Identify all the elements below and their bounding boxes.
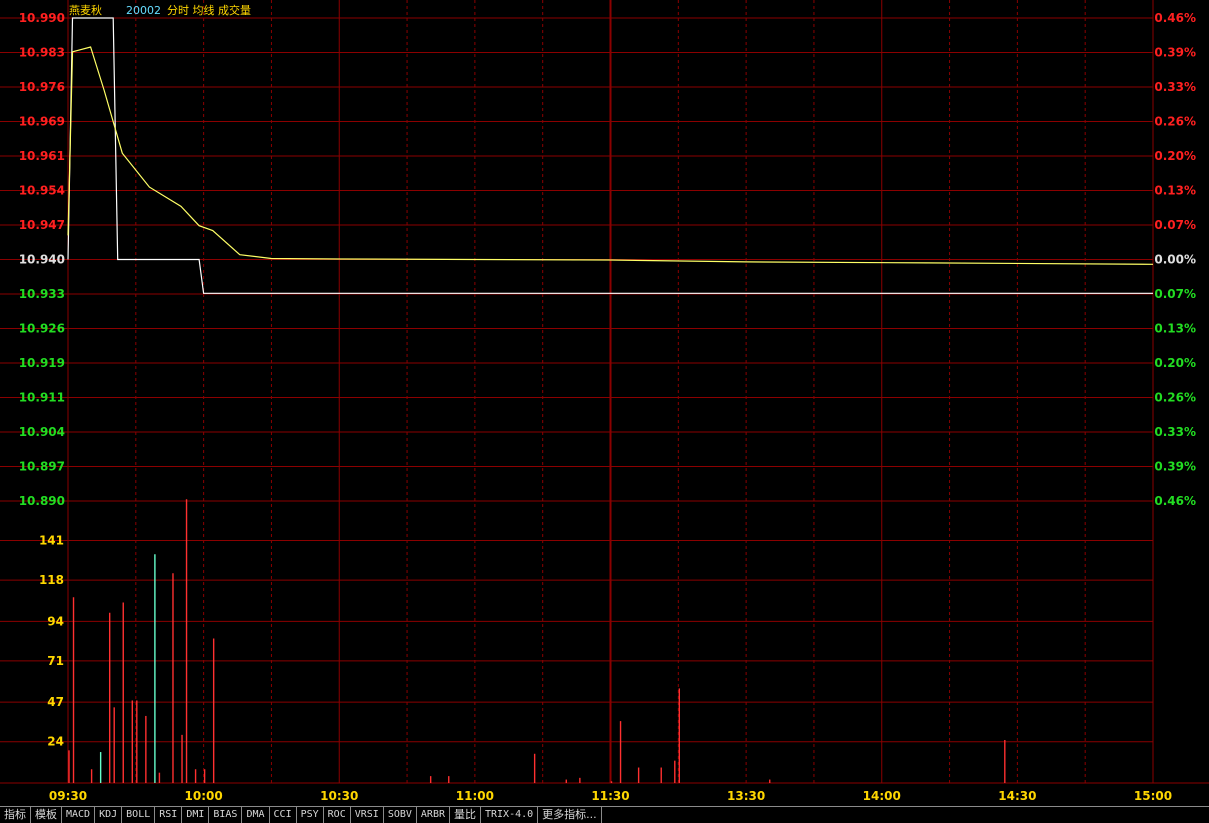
price-tick-label: 10.976 <box>19 80 65 94</box>
percent-tick-label: 0.13% <box>1154 184 1196 198</box>
percent-tick-label: 0.20% <box>1154 356 1196 370</box>
time-tick-label: 10:30 <box>320 789 358 803</box>
indicator-tab[interactable]: ARBR <box>416 807 450 823</box>
price-tick-label: 10.969 <box>19 115 65 129</box>
chart-header: 燕麦秋 20002 分时 均线 成交量 <box>69 3 251 17</box>
indicator-tab[interactable]: ROC <box>323 807 351 823</box>
chart-background <box>0 0 1209 806</box>
percent-tick-label: 0.33% <box>1154 80 1196 94</box>
indicator-tab[interactable]: 更多指标... <box>538 807 602 823</box>
time-axis: 09:30 10:00 10:30 11:00 11:30 13:30 14:00 14:30… <box>49 789 1172 803</box>
indicator-labels: 分时 均线 成交量 <box>167 3 251 17</box>
indicator-tab[interactable]: VRSI <box>350 807 384 823</box>
price-tick-label: 10.954 <box>19 184 65 198</box>
percent-tick-label: 0.26% <box>1154 115 1196 129</box>
time-tick-label: 15:00 <box>1134 789 1172 803</box>
percent-tick-label: 0.26% <box>1154 391 1196 405</box>
price-tick-label: 10.897 <box>19 460 65 474</box>
price-tick-label: 10.911 <box>19 391 65 405</box>
indicator-tab[interactable]: 指标 <box>0 807 31 823</box>
volume-tick-label: 47 <box>47 695 64 709</box>
indicator-tab[interactable]: KDJ <box>95 807 123 823</box>
percent-axis: 0.46% 0.39% 0.33% 0.26% 0.20% 0.13% 0.07% 0.00%… <box>1154 11 1196 508</box>
volume-tick-label: 24 <box>47 735 64 749</box>
price-tick-label: 10.990 <box>19 11 65 25</box>
price-tick-label: 10.940 <box>19 253 65 267</box>
indicator-tab[interactable]: CCI <box>269 807 297 823</box>
volume-tick-label: 71 <box>47 654 64 668</box>
percent-tick-label: 0.33% <box>1154 425 1196 439</box>
time-tick-label: 10:00 <box>185 789 223 803</box>
indicator-tab[interactable]: PSY <box>296 807 324 823</box>
price-tick-label: 10.947 <box>19 218 65 232</box>
intraday-chart: 10.990 10.983 10.976 10.969 10.961 10.954 10.9… <box>0 0 1209 806</box>
volume-tick-label: 118 <box>39 573 64 587</box>
price-tick-label: 10.919 <box>19 356 65 370</box>
indicator-tab[interactable]: DMA <box>242 807 270 823</box>
indicator-tab-bar: 指标 模板 MACD KDJ BOLL RSI DMI BIAS DMA CCI PSY ROC VRS… <box>0 806 1209 823</box>
indicator-tab[interactable]: 模板 <box>31 807 62 823</box>
indicator-tab[interactable]: RSI <box>155 807 183 823</box>
time-tick-label: 11:00 <box>456 789 494 803</box>
indicator-tab[interactable]: SOBV <box>383 807 417 823</box>
stock-code: 20002 <box>126 4 161 17</box>
percent-tick-label: 0.13% <box>1154 322 1196 336</box>
percent-tick-label: 0.07% <box>1154 218 1196 232</box>
percent-tick-label: 0.39% <box>1154 460 1196 474</box>
indicator-tab[interactable]: MACD <box>62 807 96 823</box>
time-tick-label: 09:30 <box>49 789 87 803</box>
time-tick-label: 14:30 <box>998 789 1036 803</box>
percent-tick-label: 0.46% <box>1154 11 1196 25</box>
price-tick-label: 10.933 <box>19 287 65 301</box>
price-tick-label: 10.904 <box>19 425 65 439</box>
price-tick-label: 10.983 <box>19 46 65 60</box>
indicator-tab[interactable]: BIAS <box>209 807 243 823</box>
percent-tick-label: 0.46% <box>1154 494 1196 508</box>
percent-tick-label: 0.20% <box>1154 149 1196 163</box>
volume-tick-label: 141 <box>39 534 64 548</box>
price-tick-label: 10.926 <box>19 322 65 336</box>
indicator-tab[interactable]: 量比 <box>450 807 481 823</box>
time-tick-label: 14:00 <box>863 789 901 803</box>
percent-tick-label: 0.00% <box>1154 253 1196 267</box>
price-axis: 10.990 10.983 10.976 10.969 10.961 10.954 10.9… <box>19 11 65 508</box>
volume-tick-label: 94 <box>47 614 64 628</box>
price-tick-label: 10.890 <box>19 494 65 508</box>
percent-tick-label: 0.39% <box>1154 46 1196 60</box>
indicator-tab[interactable]: BOLL <box>122 807 156 823</box>
time-tick-label: 13:30 <box>727 789 765 803</box>
indicator-tab[interactable]: DMI <box>182 807 210 823</box>
stock-name: 燕麦秋 <box>69 3 102 17</box>
indicator-tab[interactable]: TRIX-4.0 <box>481 807 539 823</box>
price-tick-label: 10.961 <box>19 149 65 163</box>
time-tick-label: 11:30 <box>591 789 629 803</box>
percent-tick-label: 0.07% <box>1154 287 1196 301</box>
